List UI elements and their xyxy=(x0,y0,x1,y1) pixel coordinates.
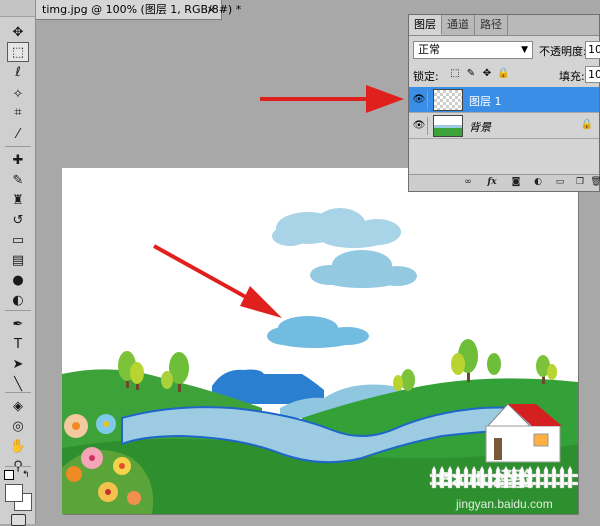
link-icon[interactable]: ∞ xyxy=(461,176,475,189)
tools-panel: ✥ ⬚ ℓ ✧ ⌗ ⁄ ✚ ✎ ♜ ↺ ▭ ▤ ● ◐ ✒ T ➤ ╲ ◈ ◎ ✋ ⚲ ↰ xyxy=(0,0,36,526)
opacity-label: 不透明度: xyxy=(539,45,587,58)
crop-icon[interactable]: ⌗ xyxy=(7,102,29,122)
adjustment-icon[interactable]: ◐ xyxy=(531,176,545,189)
tab-layers[interactable]: 图层 xyxy=(409,15,442,35)
layer-name[interactable]: 背景 xyxy=(469,119,491,135)
lock-transparency-icon[interactable]: ⬚ xyxy=(449,67,461,81)
fence-picket xyxy=(543,465,549,489)
fence-picket xyxy=(535,465,541,489)
tool-separator xyxy=(5,146,31,147)
line-icon[interactable]: ╲ xyxy=(7,374,29,394)
blur-icon[interactable]: ● xyxy=(7,270,29,290)
opacity-field[interactable]: 100 xyxy=(585,41,600,59)
lock-row: 锁定: ⬚ ✎ ✥ 🔒 填充: 100 xyxy=(413,66,600,83)
type-icon[interactable]: T xyxy=(7,334,29,354)
chevron-down-icon: ▼ xyxy=(521,45,528,55)
pen-icon[interactable]: ✒ xyxy=(7,314,29,334)
trash-icon[interactable]: 🗑 xyxy=(589,176,600,189)
blend-mode-value: 正常 xyxy=(418,43,440,56)
group-icon[interactable]: ▭ xyxy=(553,176,567,189)
tool-separator xyxy=(5,392,31,393)
fence-picket xyxy=(567,465,573,489)
layer-name[interactable]: 图层 1 xyxy=(469,93,502,109)
watermark-brand: Baidu经验 xyxy=(438,467,534,491)
path-select-icon[interactable]: ➤ xyxy=(7,354,29,374)
3d-orbit-icon[interactable]: ◎ xyxy=(7,416,29,436)
layer-lock-icon: 🔒 xyxy=(580,119,593,130)
tool-separator xyxy=(5,466,31,467)
blend-mode-select[interactable]: 正常 ▼ xyxy=(413,41,533,59)
fence-picket xyxy=(551,465,557,489)
lock-all-icon[interactable]: 🔒 xyxy=(497,67,509,81)
dodge-icon[interactable]: ◐ xyxy=(7,290,29,310)
eyedropper-icon[interactable]: ⁄ xyxy=(7,124,29,144)
move-icon[interactable]: ✥ xyxy=(7,22,29,42)
history-brush-icon[interactable]: ↺ xyxy=(7,210,29,230)
3d-rotate-icon[interactable]: ◈ xyxy=(7,396,29,416)
fill-field[interactable]: 100 xyxy=(585,66,600,83)
quick-mask-icon[interactable] xyxy=(11,514,26,526)
foreground-color-swatch[interactable] xyxy=(5,484,23,502)
layer-row-background[interactable]: 👁 背景 🔒 xyxy=(409,113,599,139)
tool-separator xyxy=(5,310,31,311)
mask-icon[interactable]: ◙ xyxy=(509,176,523,189)
layers-panel-footer: ∞ fx ◙ ◐ ▭ ❐ 🗑 xyxy=(409,174,600,191)
layers-panel-tabs: 图层 通道 路径 xyxy=(409,15,599,36)
lock-label: 锁定: xyxy=(413,70,439,83)
layer-row-1[interactable]: 👁 图层 1 xyxy=(409,87,599,113)
lasso-icon[interactable]: ℓ xyxy=(7,62,29,82)
new-layer-icon[interactable]: ❐ xyxy=(573,176,587,189)
healing-brush-icon[interactable]: ✚ xyxy=(7,150,29,170)
cloud-middle xyxy=(310,250,417,288)
lock-pixels-icon[interactable]: ✎ xyxy=(465,67,477,81)
canvas-artwork: Baidu经验 jingyan.baidu.com xyxy=(62,208,578,514)
eraser-icon[interactable]: ▭ xyxy=(7,230,29,250)
fx-icon[interactable]: fx xyxy=(485,176,499,189)
clone-stamp-icon[interactable]: ♜ xyxy=(7,190,29,210)
close-document-icon[interactable]: × xyxy=(207,0,216,19)
lock-position-icon[interactable]: ✥ xyxy=(481,67,493,81)
cloud-selected-layer xyxy=(267,316,369,348)
tab-channels[interactable]: 通道 xyxy=(442,15,475,35)
swap-colors-icon[interactable]: ↰ xyxy=(22,470,30,480)
fence-picket xyxy=(559,465,565,489)
layer-thumbnail xyxy=(433,89,463,111)
document-tab[interactable]: timg.jpg @ 100% (图层 1, RGB/8#) * × xyxy=(36,0,241,20)
brush-icon[interactable]: ✎ xyxy=(7,170,29,190)
watermark-url: jingyan.baidu.com xyxy=(455,497,553,511)
tab-paths[interactable]: 路径 xyxy=(475,15,508,35)
cloud-top xyxy=(272,208,401,248)
magic-wand-icon[interactable]: ✧ xyxy=(7,84,29,104)
fill-label: 填充: xyxy=(559,70,585,83)
layer-thumbnail xyxy=(433,115,463,137)
layers-panel: 图层 通道 路径 正常 ▼ 不透明度: 100 锁定: ⬚ ✎ ✥ 🔒 填充: … xyxy=(408,14,600,192)
document-canvas[interactable]: Baidu经验 jingyan.baidu.com xyxy=(62,168,578,514)
gradient-icon[interactable]: ▤ xyxy=(7,250,29,270)
visibility-eye-icon[interactable]: 👁 xyxy=(411,117,428,135)
hand-icon[interactable]: ✋ xyxy=(7,436,29,456)
arrow-to-layer xyxy=(260,85,404,113)
fence-picket xyxy=(431,465,437,489)
visibility-eye-icon[interactable]: 👁 xyxy=(411,91,428,109)
tools-panel-grip[interactable] xyxy=(0,0,35,17)
blend-row: 正常 ▼ 不透明度: 100 xyxy=(413,41,600,59)
marquee-icon[interactable]: ⬚ xyxy=(7,42,29,62)
default-colors-icon[interactable] xyxy=(4,470,14,480)
